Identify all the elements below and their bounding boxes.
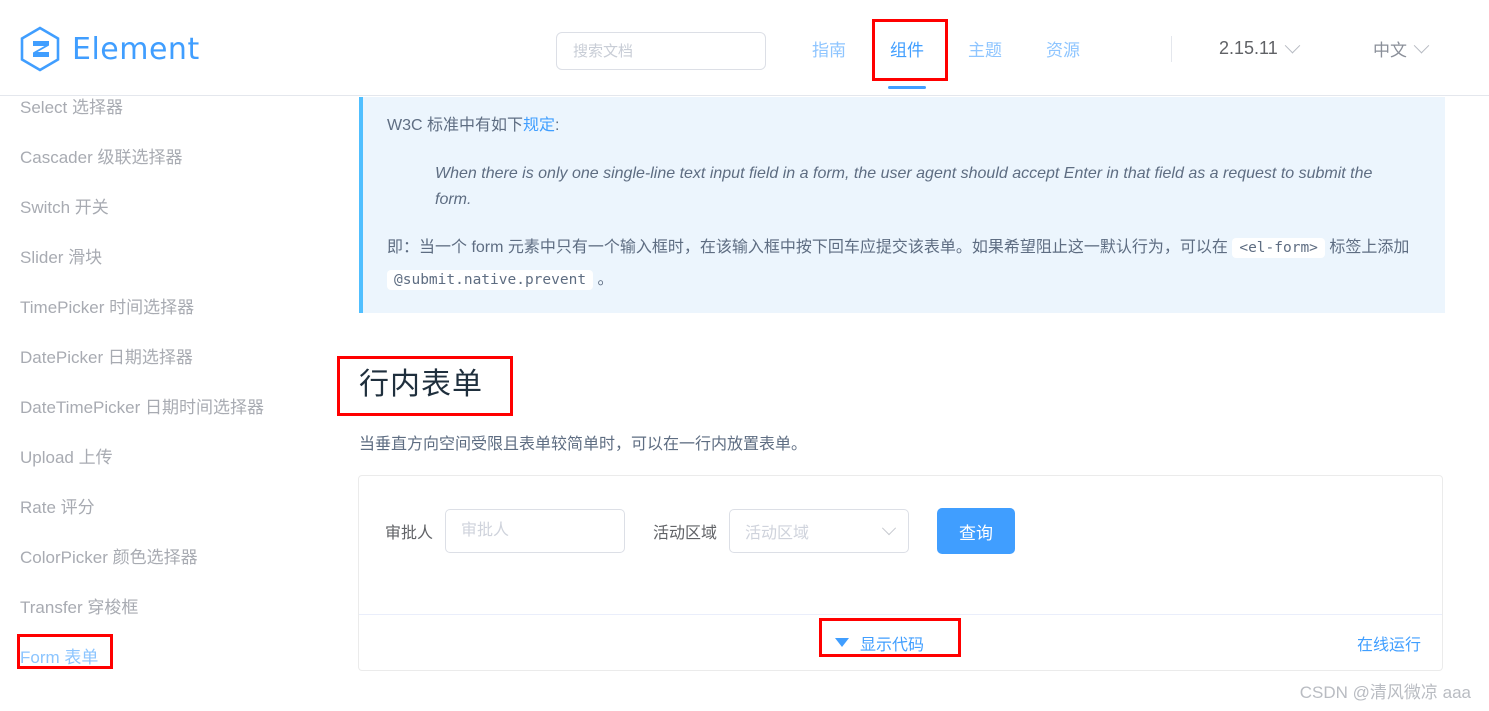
sidebar-item-datetimepicker[interactable]: DateTimePicker 日期时间选择器 — [20, 393, 264, 418]
language-selector[interactable]: 中文 — [1373, 0, 1430, 96]
code-submit-native-prevent: @submit.native.prevent — [387, 269, 594, 290]
sidebar-item-select[interactable]: Select 选择器 — [20, 97, 123, 118]
section-description: 当垂直方向空间受限且表单较简单时，可以在一行内放置表单。 — [359, 436, 808, 453]
chevron-down-icon — [1284, 37, 1301, 53]
nav-item-guide[interactable]: 指南 — [790, 0, 868, 96]
form-item-region: 活动区域 活动区域 — [653, 509, 910, 553]
region-select-placeholder: 活动区域 — [745, 525, 810, 542]
element-hexagon-logo-icon — [20, 26, 60, 72]
tip-explanation-a: 即：当一个 form 元素中只有一个输入框时，在该输入框中按下回车应提交该表单。… — [387, 239, 1233, 257]
w3c-spec-link[interactable]: 规定 — [523, 117, 555, 134]
chevron-down-icon — [881, 521, 897, 536]
language-label: 中文 — [1373, 40, 1407, 60]
sidebar-item-transfer[interactable]: Transfer 穿梭框 — [20, 593, 138, 618]
sidebar-nav: Select 选择器 Cascader 级联选择器 Switch 开关 Slid… — [0, 97, 340, 711]
search-box[interactable] — [556, 32, 766, 70]
site-header: Element 指南 组件 主题 资源 2.15.11 中文 — [0, 0, 1489, 96]
main-content: W3C 标准中有如下规定: When there is only one sin… — [340, 97, 1489, 711]
sidebar-item-colorpicker[interactable]: ColorPicker 颜色选择器 — [20, 543, 198, 568]
header-divider — [1171, 36, 1172, 62]
tip-explanation: 即：当一个 form 元素中只有一个输入框时，在该输入框中按下回车应提交该表单。… — [387, 232, 1423, 294]
tip-explanation-c: 。 — [593, 270, 614, 288]
demo-preview-area: 审批人 活动区域 活动区域 查询 — [359, 476, 1442, 614]
inline-form: 审批人 活动区域 活动区域 查询 — [385, 508, 1416, 554]
nav-item-resources[interactable]: 资源 — [1024, 0, 1102, 96]
search-input[interactable] — [571, 41, 751, 61]
code-el-form: <el-form> — [1232, 238, 1325, 259]
approver-label: 审批人 — [385, 525, 434, 542]
show-code-toggle[interactable]: 显示代码 — [835, 631, 924, 655]
nav-item-theme[interactable]: 主题 — [946, 0, 1024, 96]
form-item-approver: 审批人 — [385, 509, 626, 553]
w3c-quote: When there is only one single-line text … — [435, 164, 1373, 208]
region-select[interactable]: 活动区域 — [729, 509, 910, 553]
sidebar-item-switch[interactable]: Switch 开关 — [20, 193, 109, 218]
w3c-tip-box: W3C 标准中有如下规定: When there is only one sin… — [359, 97, 1445, 313]
triangle-down-icon — [835, 638, 849, 647]
approver-input[interactable] — [445, 509, 626, 553]
tip-heading: W3C 标准中有如下规定: — [387, 113, 1423, 139]
sidebar-item-cascader[interactable]: Cascader 级联选择器 — [20, 143, 182, 168]
version-label: 2.15.11 — [1219, 37, 1278, 58]
watermark-text: CSDN @清风微凉 aaa — [1299, 683, 1471, 702]
nav-item-components[interactable]: 组件 — [868, 0, 946, 96]
demo-card: 审批人 活动区域 活动区域 查询 显示代码 — [358, 475, 1443, 671]
sidebar-item-rate[interactable]: Rate 评分 — [20, 493, 95, 518]
sidebar-item-upload[interactable]: Upload 上传 — [20, 443, 113, 468]
tip-heading-post: : — [555, 117, 560, 134]
tip-explanation-b: 标签上添加 — [1324, 239, 1410, 257]
main-nav: 指南 组件 主题 资源 — [790, 0, 1102, 96]
page-root: Element 指南 组件 主题 资源 2.15.11 中文 Select 选择… — [0, 0, 1489, 711]
show-code-label: 显示代码 — [860, 636, 925, 654]
region-label: 活动区域 — [653, 525, 718, 542]
sidebar-item-timepicker[interactable]: TimePicker 时间选择器 — [20, 293, 194, 318]
section-title: 行内表单 — [359, 368, 483, 401]
tip-heading-pre: W3C 标准中有如下 — [387, 117, 524, 134]
site-logo[interactable]: Element — [18, 26, 200, 72]
chevron-down-icon — [1413, 37, 1430, 53]
sidebar-item-form[interactable]: Form 表单 — [20, 643, 98, 668]
run-online-link[interactable]: 在线运行 — [1357, 631, 1421, 655]
query-button[interactable]: 查询 — [937, 508, 1016, 554]
sidebar-item-slider[interactable]: Slider 滑块 — [20, 243, 102, 268]
logo-text: Element — [72, 31, 200, 67]
demo-footer: 显示代码 在线运行 — [359, 614, 1442, 670]
version-selector[interactable]: 2.15.11 — [1219, 0, 1301, 96]
sidebar-item-datepicker[interactable]: DatePicker 日期选择器 — [20, 343, 193, 368]
